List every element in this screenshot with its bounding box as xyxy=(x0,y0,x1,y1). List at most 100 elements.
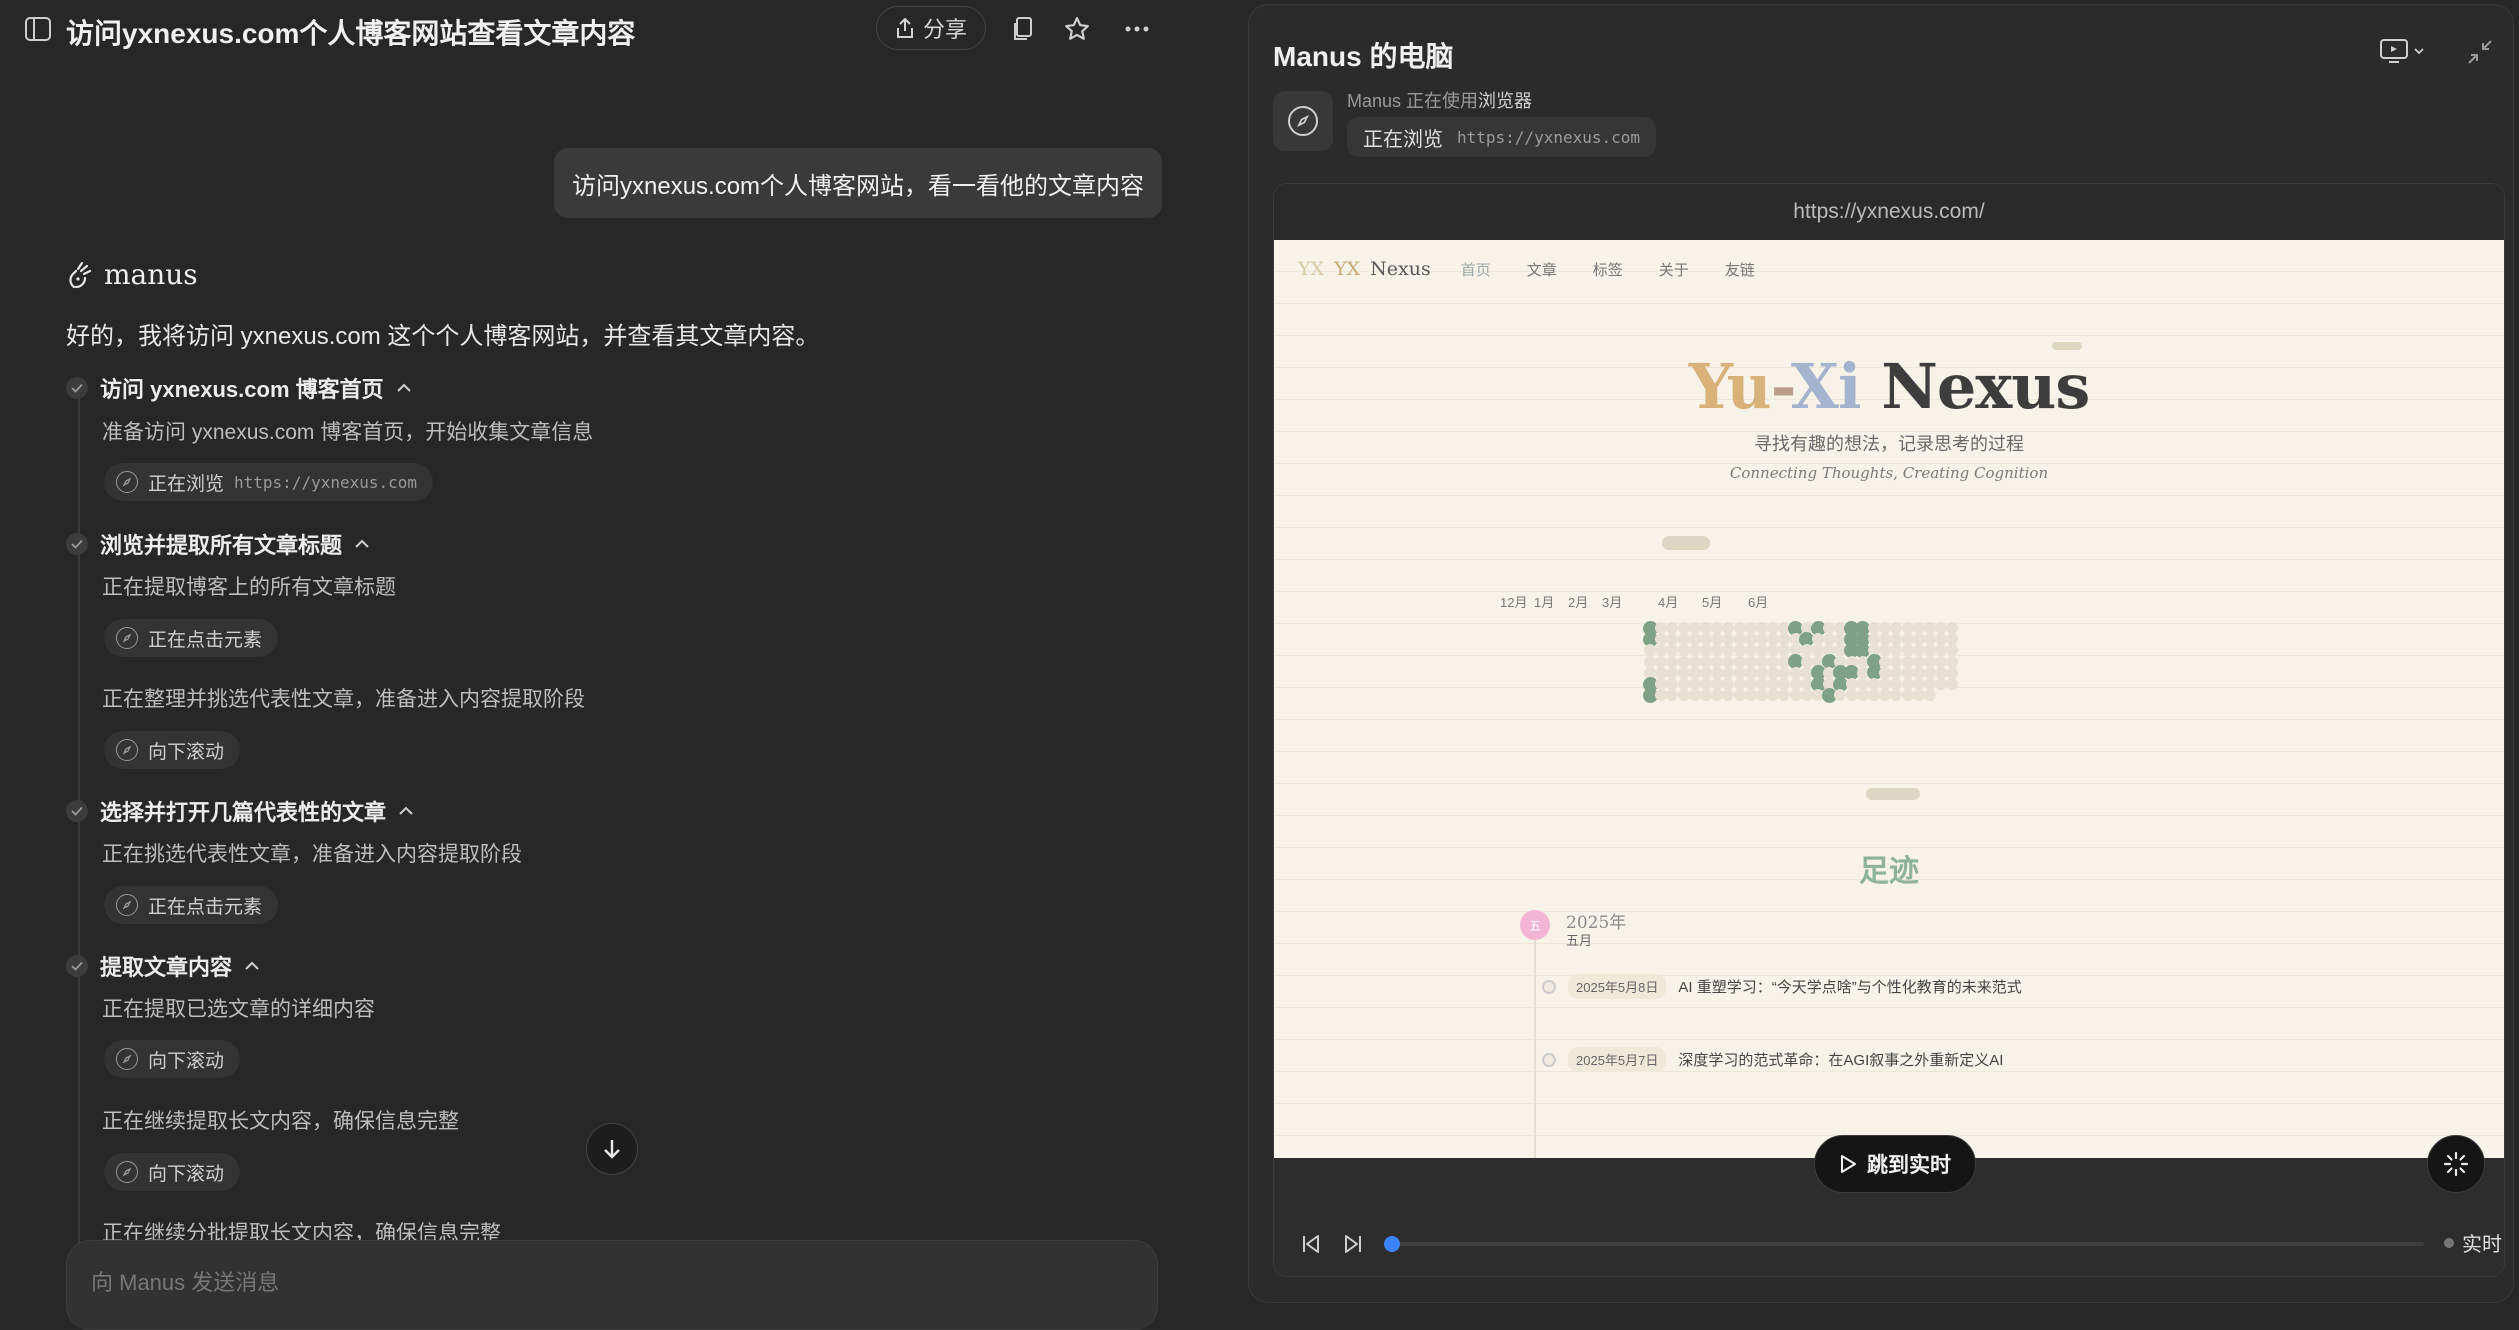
step-4-action-1-label: 向下滚动 xyxy=(148,1050,225,1072)
chevron-up-icon[interactable] xyxy=(244,961,260,971)
activity-cell xyxy=(1733,633,1746,646)
step-3-header[interactable]: 选择并打开几篇代表性的文章 xyxy=(66,795,414,827)
browser-tool-icon xyxy=(1273,91,1333,151)
sidebar-toggle-icon[interactable] xyxy=(24,16,52,42)
activity-cell xyxy=(1890,655,1903,668)
step-2-header[interactable]: 浏览并提取所有文章标题 xyxy=(66,528,370,560)
activity-cell xyxy=(1722,666,1735,679)
arrow-down-icon xyxy=(601,1137,623,1161)
activity-cell xyxy=(1935,678,1948,690)
entry-title[interactable]: 深度学习的范式革命：在AGI叙事之外重新定义AI xyxy=(1678,1049,2003,1070)
live-indicator[interactable]: 实时 xyxy=(2444,1228,2502,1257)
activity-cell xyxy=(1935,655,1948,668)
nav-about[interactable]: 关于 xyxy=(1659,259,1689,280)
footprint-entry[interactable]: 2025年5月8日 AI 重塑学习：“今天学点啥”与个性化教育的未来范式 xyxy=(1542,974,2022,999)
activity-cell xyxy=(1935,644,1948,657)
activity-cell xyxy=(1688,633,1701,646)
activity-cell xyxy=(1767,666,1780,679)
activity-cell xyxy=(1756,655,1768,668)
activity-cell xyxy=(1688,666,1701,679)
activity-cell xyxy=(1655,666,1668,679)
activity-cell xyxy=(1789,666,1802,679)
site-logo-yx[interactable]: YX xyxy=(1334,258,1360,280)
loading-spinner-button[interactable] xyxy=(2427,1135,2485,1193)
footprint-entry[interactable]: 2025年5月7日 深度学习的范式革命：在AGI叙事之外重新定义AI xyxy=(1542,1047,2003,1072)
nav-articles[interactable]: 文章 xyxy=(1527,259,1557,280)
jump-to-live-button[interactable]: 跳到实时 xyxy=(1814,1135,1976,1193)
activity-cell xyxy=(1924,666,1936,679)
activity-cell xyxy=(1912,678,1925,690)
activity-cell xyxy=(1688,678,1701,690)
chevron-up-icon[interactable] xyxy=(354,539,370,549)
address-bar[interactable]: https://yxnexus.com/ xyxy=(1274,184,2504,240)
nav-tags[interactable]: 标签 xyxy=(1593,259,1623,280)
check-icon xyxy=(66,955,88,977)
activity-cell xyxy=(1711,655,1724,668)
activity-cell xyxy=(1722,689,1735,702)
skip-forward-icon[interactable] xyxy=(1342,1233,1364,1255)
website-screenshot[interactable]: YX YX Nexus 首页 文章 标签 关于 友链 Yu-Xi Nexus 寻… xyxy=(1274,240,2504,1158)
compass-icon xyxy=(1288,106,1318,136)
assistant-header: manus xyxy=(66,258,198,291)
activity-cell xyxy=(1700,666,1712,679)
step-1-header[interactable]: 访问 yxnexus.com 博客首页 xyxy=(66,372,412,404)
activity-cell xyxy=(1912,644,1925,657)
footprint-timeline xyxy=(1534,940,1536,1158)
chevron-up-icon[interactable] xyxy=(398,806,414,816)
activity-cell xyxy=(1744,644,1757,657)
activity-cell xyxy=(1666,655,1679,668)
more-icon[interactable] xyxy=(1120,12,1154,46)
share-button[interactable]: 分享 xyxy=(876,6,987,50)
activity-cell xyxy=(1677,655,1690,668)
activity-cell xyxy=(1879,655,1892,668)
activity-cell xyxy=(1924,678,1936,690)
activity-cell xyxy=(1890,678,1903,690)
site-hero-title: Yu-Xi Nexus xyxy=(1274,350,2504,423)
site-logo-mark[interactable]: YX xyxy=(1298,258,1324,280)
nav-friends[interactable]: 友链 xyxy=(1725,259,1755,280)
step-4-text: 正在提取已选文章的详细内容 xyxy=(102,998,375,1021)
monitor-dropdown-icon[interactable] xyxy=(2379,37,2427,65)
playback-knob[interactable] xyxy=(1384,1236,1400,1252)
nav-home[interactable]: 首页 xyxy=(1461,259,1491,280)
entry-date: 2025年5月7日 xyxy=(1568,1047,1667,1072)
step-2-action-1[interactable]: 正在点击元素 xyxy=(104,619,279,657)
activity-cell xyxy=(1800,689,1813,702)
step-4-action-1[interactable]: 向下滚动 xyxy=(104,1040,241,1078)
activity-cell xyxy=(1677,622,1690,634)
activity-cell xyxy=(1946,655,1959,668)
activity-cell xyxy=(1868,622,1880,634)
activity-cell xyxy=(1666,622,1679,634)
site-logo-brand[interactable]: Nexus xyxy=(1370,258,1431,280)
activity-cell xyxy=(1744,666,1757,679)
activity-cell xyxy=(1700,622,1712,634)
check-icon xyxy=(66,533,88,555)
chevron-up-icon[interactable] xyxy=(396,383,412,393)
step-4-action-2[interactable]: 向下滚动 xyxy=(104,1153,241,1191)
activity-cell xyxy=(1868,678,1880,690)
message-composer[interactable]: 向 Manus 发送消息 xyxy=(66,1240,1158,1330)
playback-track[interactable] xyxy=(1394,1242,2424,1246)
activity-cell xyxy=(1700,689,1712,702)
compass-icon xyxy=(116,627,138,649)
scroll-to-bottom-button[interactable] xyxy=(586,1123,638,1175)
collapse-icon[interactable] xyxy=(2467,39,2493,65)
skip-back-icon[interactable] xyxy=(1300,1233,1322,1255)
step-1-text: 准备访问 yxnexus.com 博客首页，开始收集文章信息 xyxy=(102,421,594,444)
activity-cell xyxy=(1912,689,1925,702)
copy-icon[interactable] xyxy=(1006,12,1040,46)
activity-cell xyxy=(1778,644,1791,657)
activity-cell xyxy=(1946,633,1959,646)
step-4-header[interactable]: 提取文章内容 xyxy=(66,950,260,982)
activity-cell xyxy=(1756,622,1768,634)
activity-cell xyxy=(1901,622,1914,634)
entry-title[interactable]: AI 重塑学习：“今天学点啥”与个性化教育的未来范式 xyxy=(1678,976,2021,997)
activity-cell xyxy=(1935,666,1948,679)
star-icon[interactable] xyxy=(1060,12,1094,46)
activity-cell xyxy=(1677,678,1690,690)
activity-month-label: 6月 xyxy=(1748,595,1769,610)
step-3-action[interactable]: 正在点击元素 xyxy=(104,886,279,924)
step-2-action-2[interactable]: 向下滚动 xyxy=(104,731,241,769)
panel-title: Manus 的电脑 xyxy=(1273,41,1454,72)
step-1-action[interactable]: 正在浏览 https://yxnexus.com xyxy=(104,463,434,501)
